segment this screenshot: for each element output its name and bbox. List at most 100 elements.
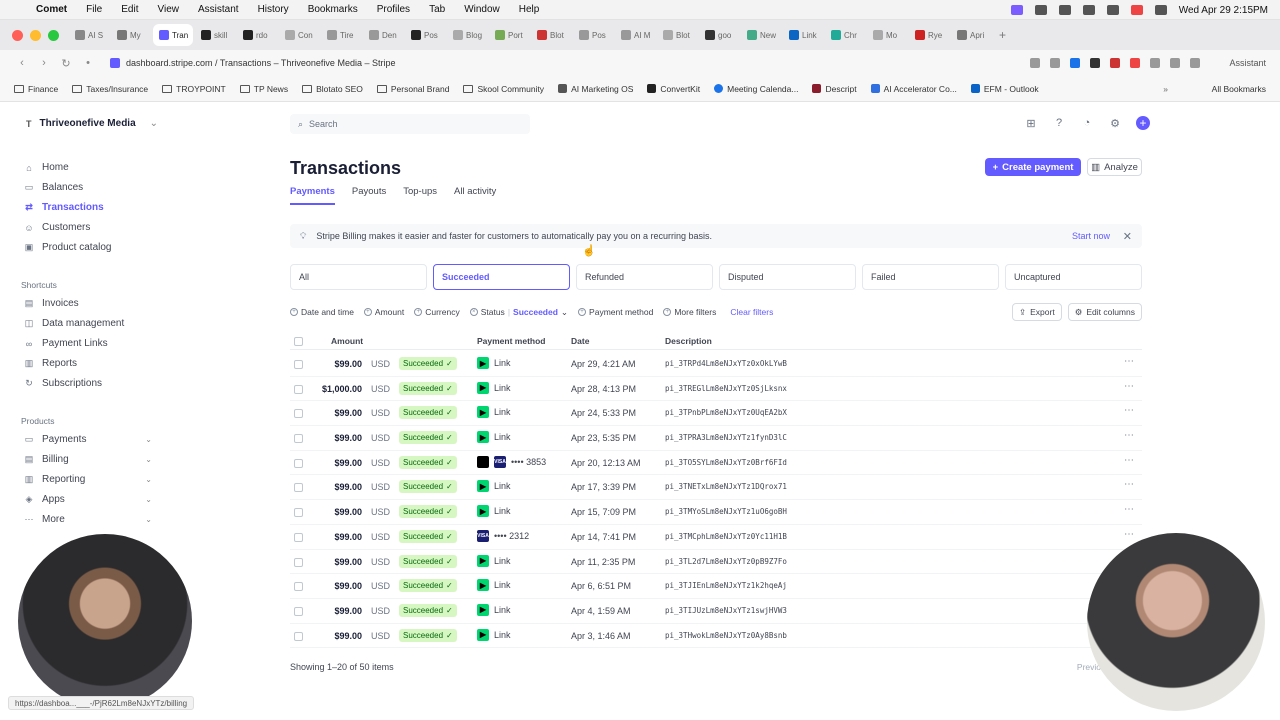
close-icon[interactable]: ✕ [1123,230,1132,243]
close-window-button[interactable] [12,29,23,41]
assistant-button[interactable]: Assistant [1229,58,1266,68]
table-row[interactable]: $1,000.00 USD Succeeded ✓ ▶ Link Apr 28, 4:13 … [290,377,1142,402]
table-row[interactable]: $99.00 USD Succeeded ✓ ▶ Link Apr 23, 5:35 PM p… [290,426,1142,451]
share-icon[interactable] [1050,58,1060,68]
shortcut-reports[interactable]: ▥ Reports [24,358,77,369]
tab-payouts[interactable]: Payouts [352,186,386,205]
menu-help[interactable]: Help [519,4,540,15]
browser-tab[interactable]: New [741,24,781,46]
table-row[interactable]: $99.00 USD Succeeded ✓ ▶ Link Apr 4, 1:59 AM pi… [290,599,1142,624]
product-billing[interactable]: ▤ Billing ⌄ [24,454,152,465]
row-checkbox[interactable] [294,606,303,616]
microphone-icon[interactable]: • [78,57,98,69]
column-header-payment-method[interactable]: Payment method [477,336,546,346]
bookmark-meeting[interactable]: Meeting Calenda... [714,84,798,94]
filter-card-failed[interactable]: Failed [862,264,999,290]
product-reporting[interactable]: ▥ Reporting ⌄ [24,474,152,485]
product-apps[interactable]: ◈ Apps ⌄ [24,494,152,505]
sidebar-toggle-icon[interactable] [1190,58,1200,68]
browser-tab[interactable]: goo [699,24,739,46]
bookmark-skool[interactable]: Skool Community [463,84,544,94]
menu-view[interactable]: View [157,4,179,15]
menubar-clock[interactable]: Wed Apr 29 2:15PM [1179,5,1268,16]
bookmark-ai-marketing[interactable]: AI Marketing OS [558,84,633,94]
bookmark-convertkit[interactable]: ConvertKit [647,84,700,94]
filter-card-succeeded[interactable]: Succeeded [433,264,570,290]
sidebar-item-product-catalog[interactable]: ▣ Product catalog [24,242,112,253]
browser-tab[interactable]: Tran [153,24,193,46]
notifications-bell-icon[interactable]: ◔ [1080,116,1094,130]
battery-icon[interactable] [1058,5,1071,15]
filter-amount[interactable]: + Amount [363,307,404,317]
table-row[interactable]: $99.00 USD Succeeded ✓ ▶ Link Apr 11, 2:35 PM p… [290,550,1142,575]
row-checkbox[interactable] [294,434,303,444]
browser-tab[interactable]: My [111,24,151,46]
browser-tab[interactable]: rdo [237,24,277,46]
wifi-icon[interactable] [1082,5,1095,15]
forward-icon[interactable]: › [34,57,54,69]
menu-history[interactable]: History [258,4,289,15]
start-now-link[interactable]: Start now [1072,231,1110,241]
search-input[interactable]: ⌕ Search [290,114,530,134]
row-checkbox[interactable] [294,483,303,493]
zoom-window-button[interactable] [48,29,59,41]
row-actions-icon[interactable]: ⋯ [1124,529,1134,540]
reload-icon[interactable]: ↻ [56,57,76,70]
shortcut-subscriptions[interactable]: ↻ Subscriptions [24,378,102,389]
browser-tab[interactable]: Port [489,24,529,46]
shortcut-invoices[interactable]: ▤ Invoices [24,298,79,309]
row-actions-icon[interactable]: ⋯ [1124,405,1134,416]
menu-profiles[interactable]: Profiles [377,4,410,15]
browser-tab[interactable]: skill [195,24,235,46]
row-checkbox[interactable] [294,360,303,369]
browser-tab[interactable]: Tire [321,24,361,46]
filter-card-all[interactable]: All [290,264,427,290]
account-switcher[interactable]: T Thriveonefive Media ⌄ [26,118,158,129]
all-bookmarks[interactable]: All Bookmarks [1208,84,1266,94]
sidebar-item-customers[interactable]: ☺ Customers [24,222,90,233]
browser-tab[interactable]: Blot [657,24,697,46]
menu-app-name[interactable]: Comet [36,4,67,15]
row-actions-icon[interactable]: ⋯ [1124,455,1134,466]
shortcut-payment-links[interactable]: ∞ Payment Links [24,338,108,349]
analyze-button[interactable]: ▥ Analyze [1087,158,1142,176]
row-checkbox[interactable] [294,582,303,592]
row-checkbox[interactable] [294,557,303,567]
menu-assistant[interactable]: Assistant [198,4,239,15]
record-indicator-icon[interactable] [1130,5,1143,15]
row-actions-icon[interactable]: ⋯ [1124,430,1134,441]
menu-file[interactable]: File [86,4,102,15]
minimize-window-button[interactable] [30,29,41,41]
menu-window[interactable]: Window [464,4,500,15]
edit-columns-button[interactable]: ⚙ Edit columns [1067,303,1142,321]
bookmark-descript[interactable]: Descript [812,84,857,94]
row-actions-icon[interactable]: ⋯ [1124,381,1134,392]
bookmark-ai-accelerator[interactable]: AI Accelerator Co... [870,84,957,94]
control-center-icon[interactable] [1106,5,1119,15]
download-icon[interactable] [1170,58,1180,68]
table-row[interactable]: $99.00 USD Succeeded ✓ ▶ Link Apr 6, 6:51 PM pi… [290,574,1142,599]
spotlight-icon[interactable] [1154,5,1167,15]
browser-tab[interactable]: Chr [825,24,865,46]
product-payments[interactable]: ▭ Payments ⌄ [24,434,152,445]
shortcut-data-management[interactable]: ◫ Data management [24,318,125,329]
filter-card-disputed[interactable]: Disputed [719,264,856,290]
apps-grid-icon[interactable]: ⊞ [1024,116,1038,130]
star-icon[interactable] [1030,58,1040,68]
row-checkbox[interactable] [294,458,303,468]
screen-record-icon[interactable] [1010,5,1023,15]
filter-currency[interactable]: + Currency [414,307,460,317]
column-header-amount[interactable]: Amount [331,336,363,346]
table-row[interactable]: $99.00 USD Succeeded ✓ VISA •••• 3853 Apr 20, … [290,451,1142,476]
browser-tab[interactable]: Link [783,24,823,46]
sidebar-item-balances[interactable]: ▭ Balances [24,182,83,193]
filter-payment-method[interactable]: + Payment method [578,307,653,317]
browser-tab[interactable]: Rye [909,24,949,46]
create-payment-button[interactable]: + Create payment [985,158,1081,176]
extension-icon[interactable] [1070,58,1080,68]
address-bar[interactable]: dashboard.stripe.com / Transactions – Th… [126,58,395,68]
table-row[interactable]: $99.00 USD Succeeded ✓ VISA •••• 2312 Apr 14, … [290,525,1142,550]
status-icon[interactable] [1034,5,1047,15]
row-checkbox[interactable] [294,384,303,394]
browser-tab[interactable]: Pos [573,24,613,46]
